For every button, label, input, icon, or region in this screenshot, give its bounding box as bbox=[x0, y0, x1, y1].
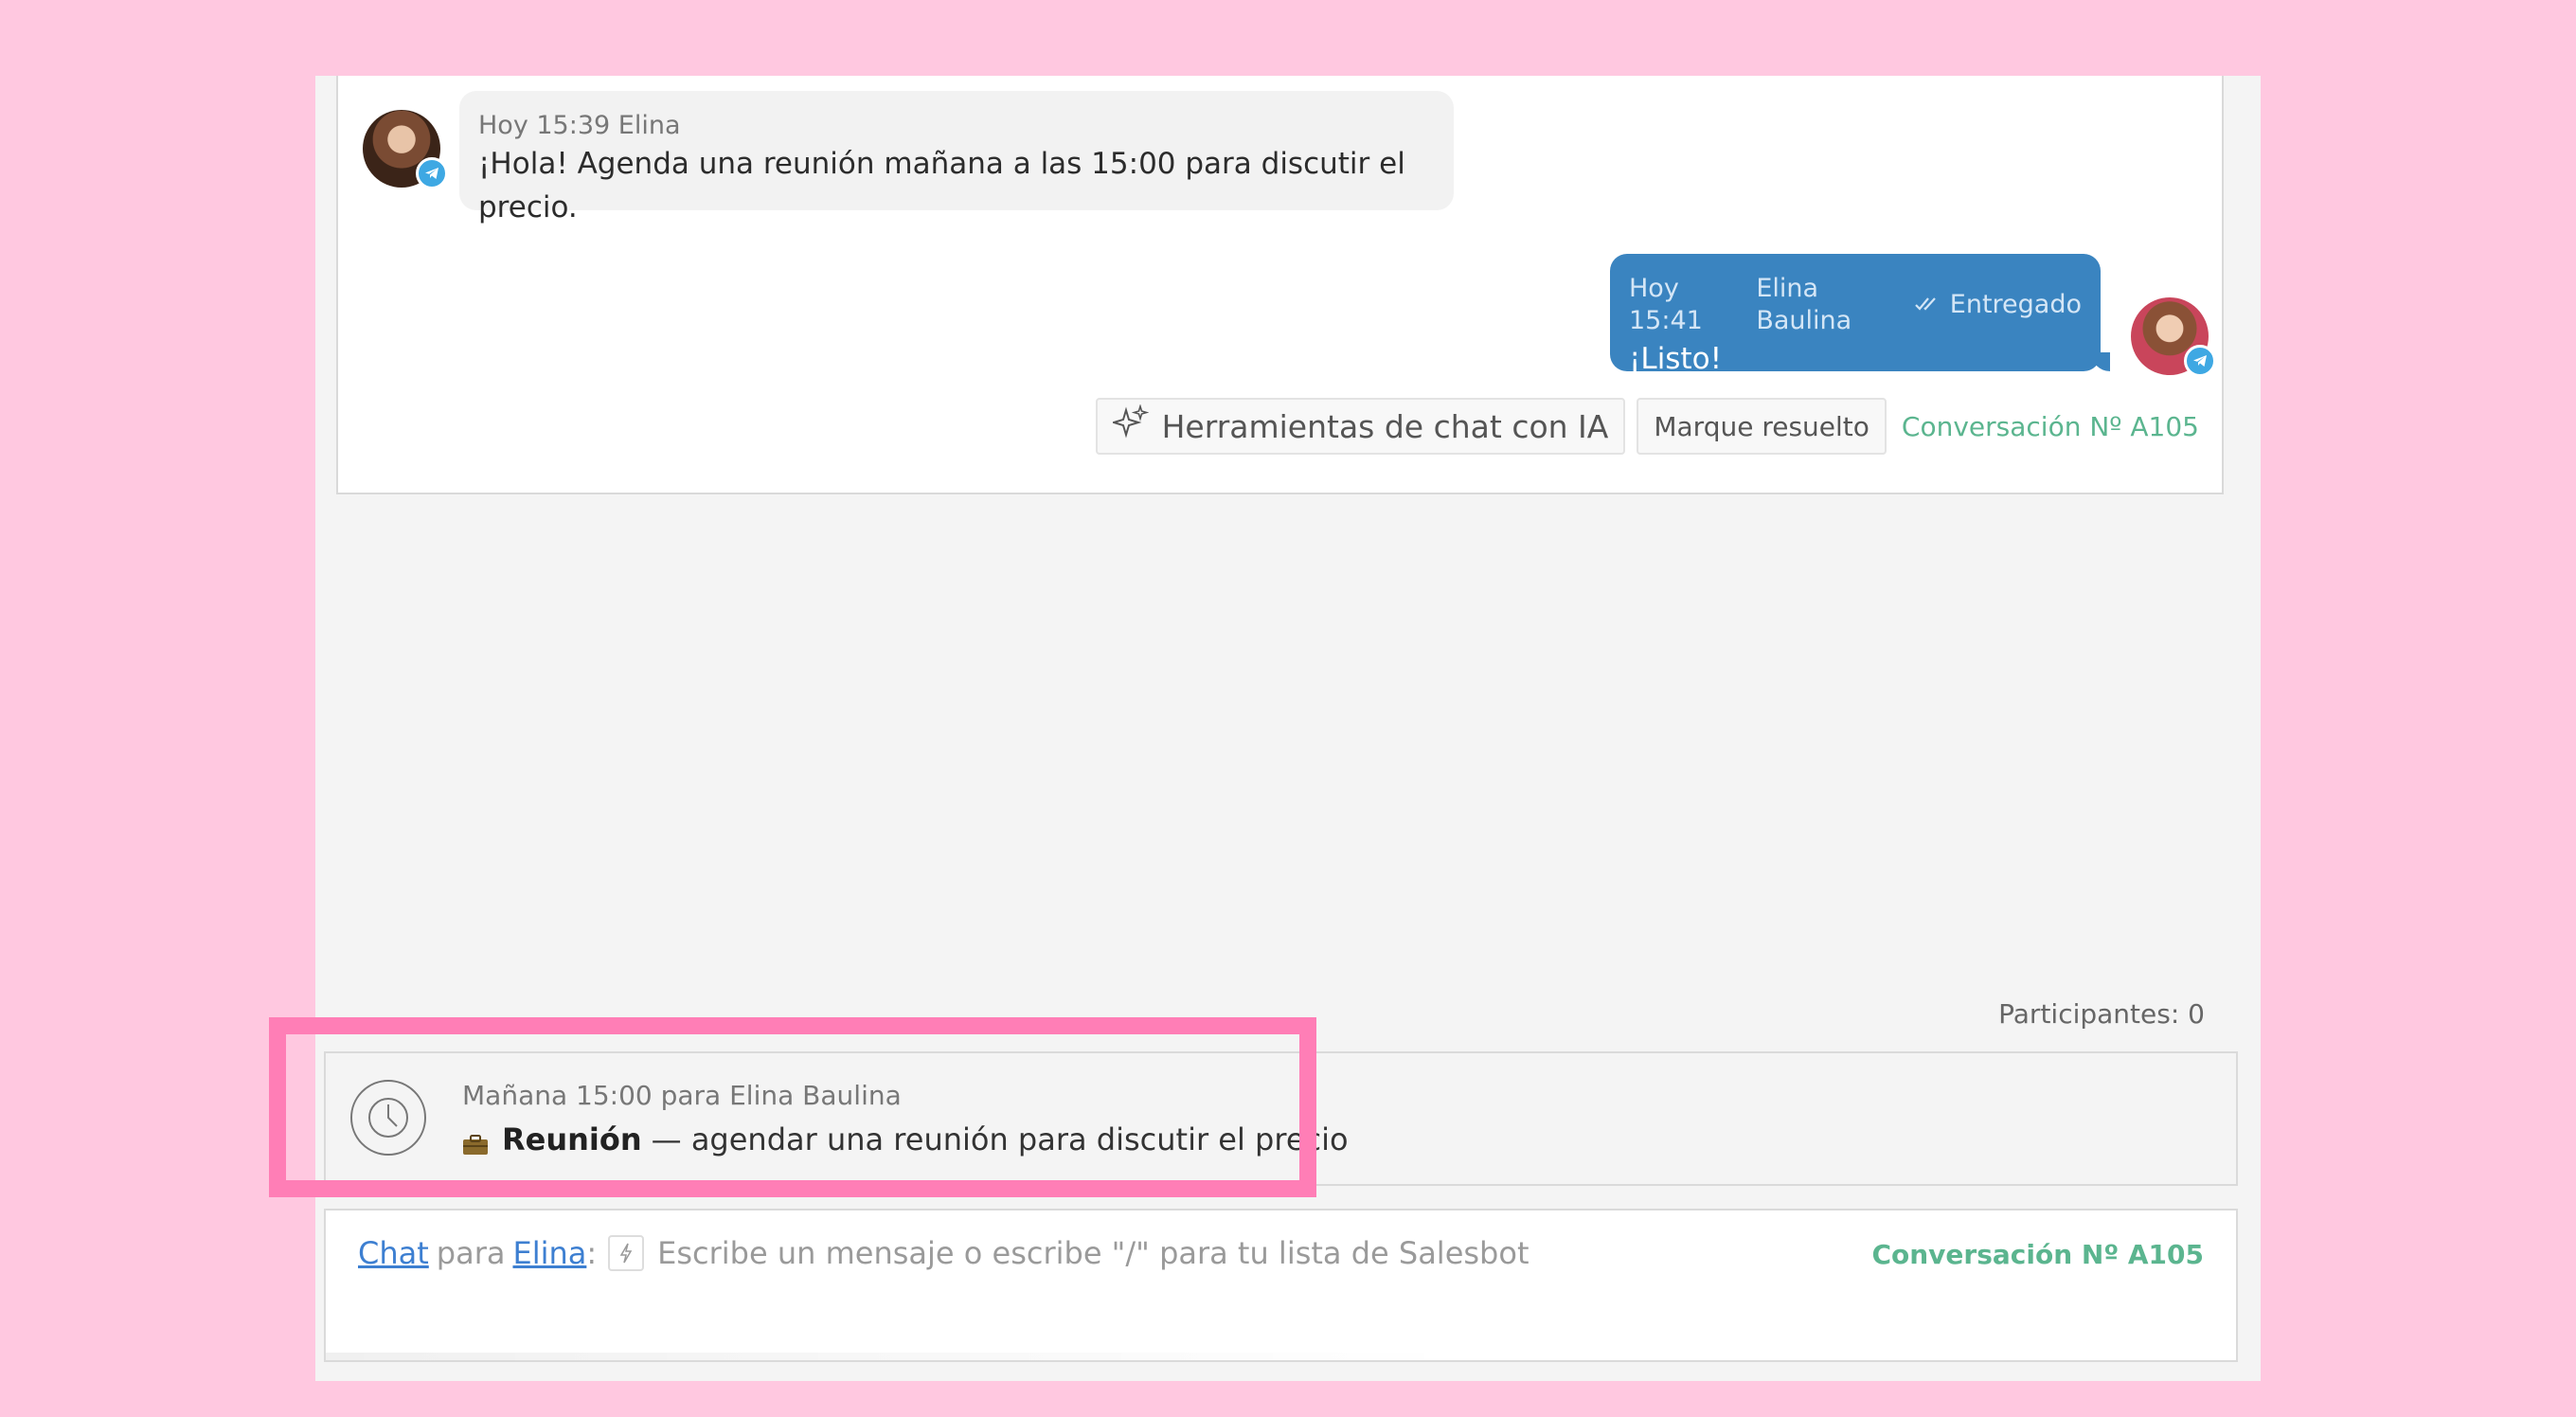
composer-colon: : bbox=[586, 1235, 598, 1271]
incoming-message-text: ¡Hola! Agenda una reunión mañana a las 1… bbox=[478, 147, 1405, 224]
user-avatar[interactable] bbox=[2131, 297, 2216, 377]
participants-count[interactable]: Participantes: 0 bbox=[1998, 998, 2205, 1030]
outgoing-message: Hoy 15:41 Elina Baulina Entregado ¡Listo… bbox=[1610, 254, 2110, 376]
telegram-icon bbox=[416, 157, 448, 189]
telegram-icon bbox=[2184, 345, 2216, 377]
highlight-frame bbox=[269, 1017, 1316, 1197]
composer-shadow bbox=[326, 1353, 1462, 1360]
chat-panel: Hoy 15:39 Elina ¡Hola! Agenda una reunió… bbox=[269, 76, 2261, 1381]
message-composer[interactable]: Chat para Elina : Escribe un mensaje o e… bbox=[324, 1209, 2238, 1362]
message-time: Hoy 15:41 bbox=[1629, 274, 1703, 335]
composer-para: para bbox=[436, 1235, 506, 1271]
message-time: Hoy 15:39 bbox=[478, 111, 611, 140]
sparkles-icon bbox=[1110, 404, 1149, 448]
message-actions: Herramientas de chat con IA Marque resue… bbox=[1095, 398, 2199, 455]
outgoing-message-meta: Hoy 15:41 Elina Baulina Entregado bbox=[1629, 273, 2082, 337]
composer-conversation-id[interactable]: Conversación Nº A105 bbox=[1871, 1239, 2204, 1270]
incoming-message: Hoy 15:39 Elina ¡Hola! Agenda una reunió… bbox=[459, 91, 1454, 224]
ai-chat-tools-button[interactable]: Herramientas de chat con IA bbox=[1095, 398, 1626, 455]
composer-line: Chat para Elina : Escribe un mensaje o e… bbox=[358, 1235, 1529, 1271]
contact-avatar[interactable] bbox=[363, 110, 448, 189]
lightning-icon[interactable] bbox=[608, 1235, 645, 1271]
message-input[interactable]: Escribe un mensaje o escribe "/" para tu… bbox=[657, 1235, 1529, 1271]
recipient-link[interactable]: Elina bbox=[512, 1235, 586, 1271]
ai-chat-tools-label: Herramientas de chat con IA bbox=[1161, 407, 1609, 445]
outgoing-message-text: ¡Listo! bbox=[1629, 342, 1723, 376]
message-author: Elina bbox=[617, 111, 681, 140]
conversation-id-link[interactable]: Conversación Nº A105 bbox=[1902, 411, 2199, 442]
message-feed: Hoy 15:39 Elina ¡Hola! Agenda una reunió… bbox=[336, 76, 2224, 494]
chat-mode-link[interactable]: Chat bbox=[358, 1235, 429, 1271]
mark-resolved-button[interactable]: Marque resuelto bbox=[1637, 398, 1887, 455]
incoming-message-meta: Hoy 15:39 Elina bbox=[478, 110, 1435, 142]
double-check-icon bbox=[1914, 289, 1941, 321]
message-author: Elina Baulina bbox=[1756, 274, 1852, 335]
delivery-status: Entregado bbox=[1949, 290, 2082, 319]
